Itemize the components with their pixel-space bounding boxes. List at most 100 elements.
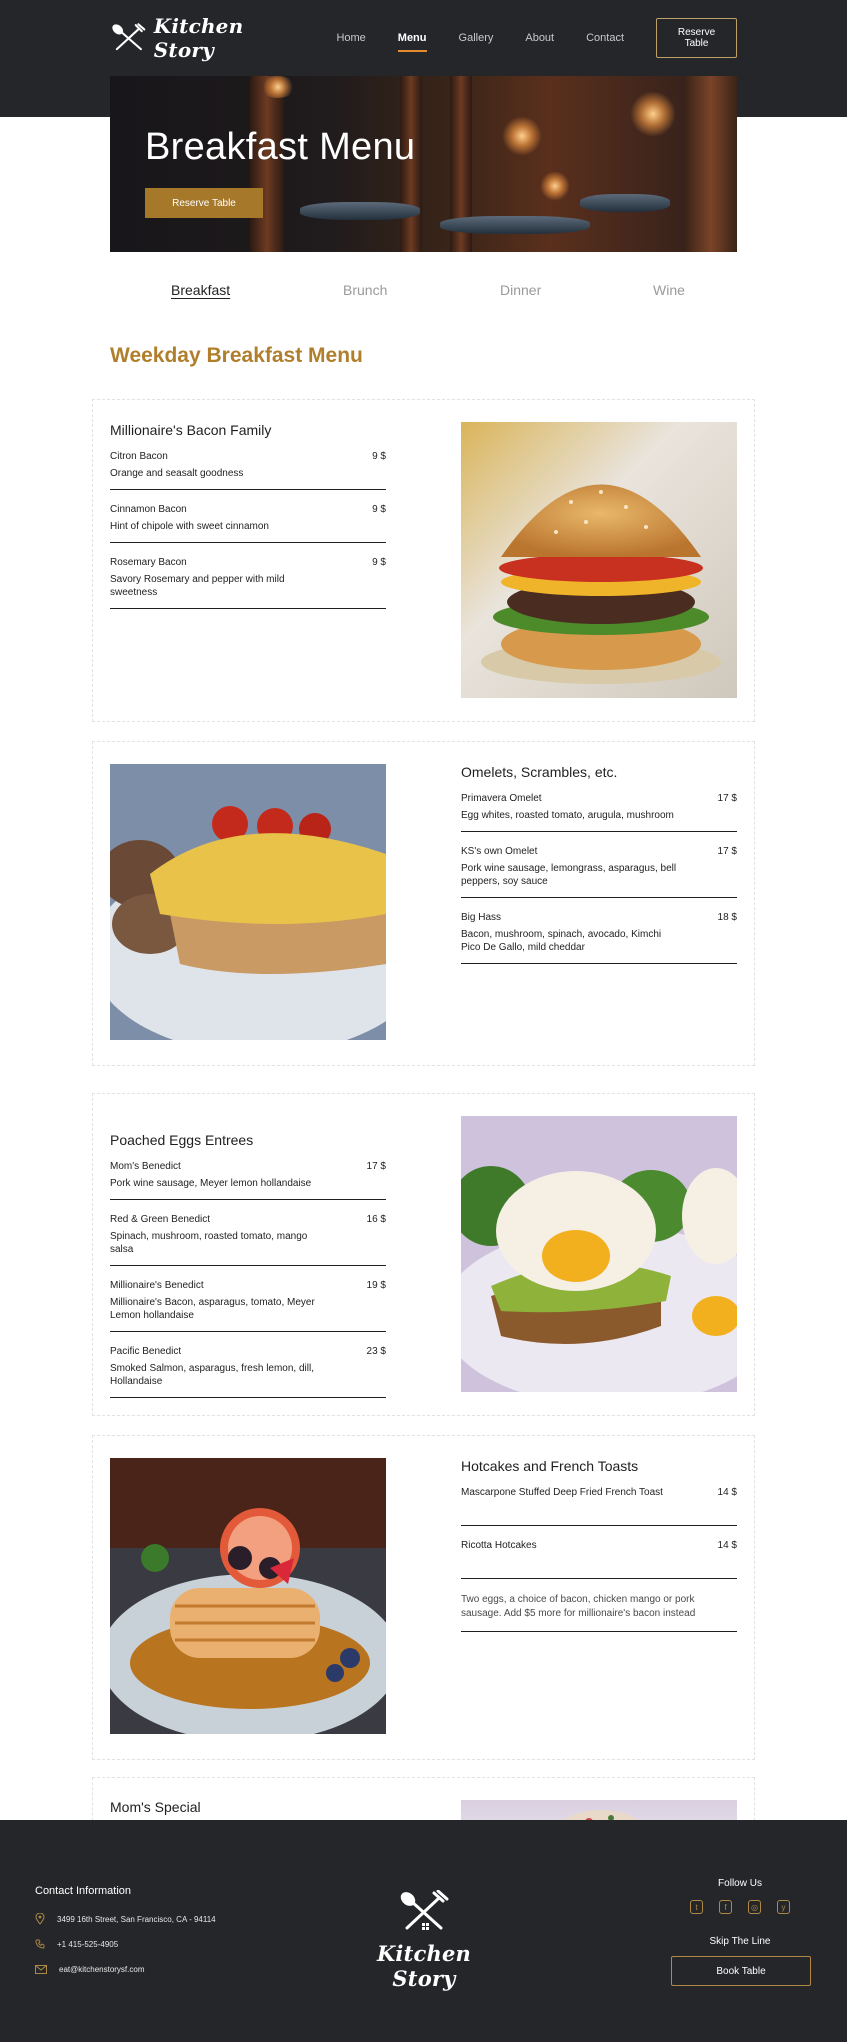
item-price: 14 $ — [717, 1540, 737, 1551]
menu-item[interactable]: KS's own Omelet 17 $ Pork wine sausage, … — [461, 846, 737, 898]
instagram-icon[interactable]: ◎ — [748, 1900, 761, 1914]
category-list: Poached Eggs Entrees Mom's Benedict 17 $… — [110, 1132, 386, 1412]
item-name: Rosemary Bacon — [110, 557, 187, 568]
pancakes-berries-photo — [110, 1458, 386, 1734]
menu-item[interactable]: Millionaire's Benedict 19 $ Millionaire'… — [110, 1280, 386, 1332]
fork-spoon-icon — [112, 23, 146, 51]
fork-spoon-icon — [400, 1889, 449, 1930]
item-name: Cinnamon Bacon — [110, 504, 187, 515]
main-menu: Home Menu Gallery About Contact — [336, 26, 656, 52]
burger-photo — [461, 422, 737, 698]
section-title: Weekday Breakfast Menu — [110, 344, 363, 367]
menu-item[interactable]: Mascarpone Stuffed Deep Fried French Toa… — [461, 1487, 737, 1526]
category-list: Hotcakes and French Toasts Mascarpone St… — [461, 1458, 737, 1632]
item-price: 17 $ — [366, 1161, 386, 1172]
nav-menu[interactable]: Menu — [397, 26, 427, 52]
item-description: Smoked Salmon, asparagus, fresh lemon, d… — [110, 1363, 314, 1387]
item-price: 9 $ — [372, 451, 386, 462]
nav-home[interactable]: Home — [336, 26, 365, 50]
nav-contact[interactable]: Contact — [586, 26, 624, 50]
menu-item[interactable]: Citron Bacon 9 $ Orange and seasalt good… — [110, 451, 386, 490]
menu-item[interactable]: Rosemary Bacon 9 $ Savory Rosemary and p… — [110, 557, 386, 609]
tab-brunch[interactable]: Brunch — [343, 282, 387, 298]
item-description: Orange and seasalt goodness — [110, 468, 244, 479]
phone-icon — [35, 1939, 45, 1949]
site-footer: Contact Information 3499 16th Street, Sa… — [0, 1820, 847, 2042]
menu-item[interactable]: Big Hass 18 $ Bacon, mushroom, spinach, … — [461, 912, 737, 964]
item-description: Hint of chipole with sweet cinnamon — [110, 521, 269, 532]
item-name: Millionaire's Benedict — [110, 1280, 204, 1291]
menu-item[interactable]: Mom's Benedict 17 $ Pork wine sausage, M… — [110, 1161, 386, 1200]
menu-tabs: Breakfast Brunch Dinner Wine — [110, 282, 737, 302]
item-name: Mom's Benedict — [110, 1161, 181, 1172]
contact-email-row: eat@kitchenstorysf.com — [35, 1965, 144, 1974]
menu-card: Millionaire's Bacon Family Citron Bacon … — [92, 399, 755, 722]
site-logo[interactable]: Kitchen Story — [110, 14, 288, 62]
item-description: Bacon, mushroom, spinach, avocado, Kimch… — [461, 929, 662, 953]
twitter-icon[interactable]: t — [690, 1900, 703, 1914]
item-description: Savory Rosemary and pepper with mild swe… — [110, 574, 285, 598]
tab-dinner[interactable]: Dinner — [500, 282, 541, 298]
menu-item[interactable]: Red & Green Benedict 16 $ Spinach, mushr… — [110, 1214, 386, 1266]
item-name: Red & Green Benedict — [110, 1214, 211, 1225]
item-price: 18 $ — [717, 912, 737, 923]
contact-phone-row: +1 415-525-4905 — [35, 1939, 118, 1949]
category-list: Omelets, Scrambles, etc. Primavera Omele… — [461, 764, 737, 978]
nav-about[interactable]: About — [525, 26, 554, 50]
location-pin-icon — [35, 1913, 45, 1925]
item-price: 9 $ — [372, 504, 386, 515]
category-title: Hotcakes and French Toasts — [461, 1458, 639, 1474]
top-nav: Kitchen Story Home Menu Gallery About Co… — [110, 0, 737, 76]
contact-phone[interactable]: +1 415-525-4905 — [57, 1940, 118, 1949]
item-description: Pork wine sausage, Meyer lemon hollandai… — [110, 1178, 312, 1189]
follow-us-label: Follow Us — [718, 1878, 762, 1889]
item-price: 23 $ — [366, 1346, 386, 1357]
item-price: 14 $ — [717, 1487, 737, 1498]
yelp-icon[interactable]: y — [777, 1900, 790, 1914]
scrambled-eggs-toast-photo — [110, 764, 386, 1040]
menu-item[interactable]: Cinnamon Bacon 9 $ Hint of chipole with … — [110, 504, 386, 543]
item-name: Citron Bacon — [110, 451, 168, 462]
tab-breakfast[interactable]: Breakfast — [171, 282, 230, 298]
skip-the-line-label: Skip The Line — [709, 1936, 771, 1947]
facebook-icon[interactable]: f — [719, 1900, 732, 1914]
tab-wine[interactable]: Wine — [653, 282, 685, 298]
footer-logo[interactable]: Kitchen Story — [356, 1889, 492, 1991]
contact-address: 3499 16th Street, San Francisco, CA - 94… — [57, 1914, 216, 1924]
item-name: Big Hass — [461, 912, 502, 923]
item-price: 17 $ — [717, 793, 737, 804]
menu-card: Poached Eggs Entrees Mom's Benedict 17 $… — [92, 1093, 755, 1416]
hero-title: Breakfast Menu — [145, 126, 416, 168]
item-name: Mascarpone Stuffed Deep Fried French Toa… — [461, 1487, 663, 1498]
mail-icon — [35, 1965, 47, 1974]
item-price: 17 $ — [717, 846, 737, 857]
hero-reserve-button[interactable]: Reserve Table — [145, 188, 263, 218]
nav-gallery[interactable]: Gallery — [459, 26, 494, 50]
book-table-button[interactable]: Book Table — [671, 1956, 811, 1986]
footer-logo-text: Kitchen Story — [376, 1941, 471, 1991]
item-description: Pork wine sausage, lemongrass, asparagus… — [461, 863, 677, 887]
item-description: Millionaire's Bacon, asparagus, tomato, … — [110, 1297, 315, 1321]
item-price: 16 $ — [366, 1214, 386, 1225]
category-title: Millionaire's Bacon Family — [110, 422, 272, 438]
hero-banner: Breakfast Menu Reserve Table — [110, 76, 737, 252]
category-title: Poached Eggs Entrees — [110, 1132, 254, 1148]
item-price: 19 $ — [366, 1280, 386, 1291]
item-name: Primavera Omelet — [461, 793, 542, 804]
category-title: Omelets, Scrambles, etc. — [461, 764, 618, 780]
item-description: Spinach, mushroom, roasted tomato, mango… — [110, 1231, 308, 1255]
category-note: Two eggs, a choice of bacon, chicken man… — [461, 1593, 737, 1632]
menu-item[interactable]: Primavera Omelet 17 $ Egg whites, roaste… — [461, 793, 737, 832]
poached-egg-avocado-photo — [461, 1116, 737, 1392]
menu-item[interactable]: Ricotta Hotcakes 14 $ — [461, 1540, 737, 1579]
item-name: Ricotta Hotcakes — [461, 1540, 537, 1551]
menu-card: Omelets, Scrambles, etc. Primavera Omele… — [92, 741, 755, 1066]
contact-email[interactable]: eat@kitchenstorysf.com — [59, 1965, 144, 1974]
menu-card: Hotcakes and French Toasts Mascarpone St… — [92, 1435, 755, 1760]
menu-item[interactable]: Pacific Benedict 23 $ Smoked Salmon, asp… — [110, 1346, 386, 1398]
contact-title: Contact Information — [35, 1885, 131, 1897]
reserve-table-button[interactable]: Reserve Table — [656, 18, 737, 58]
item-description: Egg whites, roasted tomato, arugula, mus… — [461, 810, 674, 821]
social-links: t f ◎ y — [690, 1900, 790, 1914]
contact-address-row: 3499 16th Street, San Francisco, CA - 94… — [35, 1913, 216, 1925]
